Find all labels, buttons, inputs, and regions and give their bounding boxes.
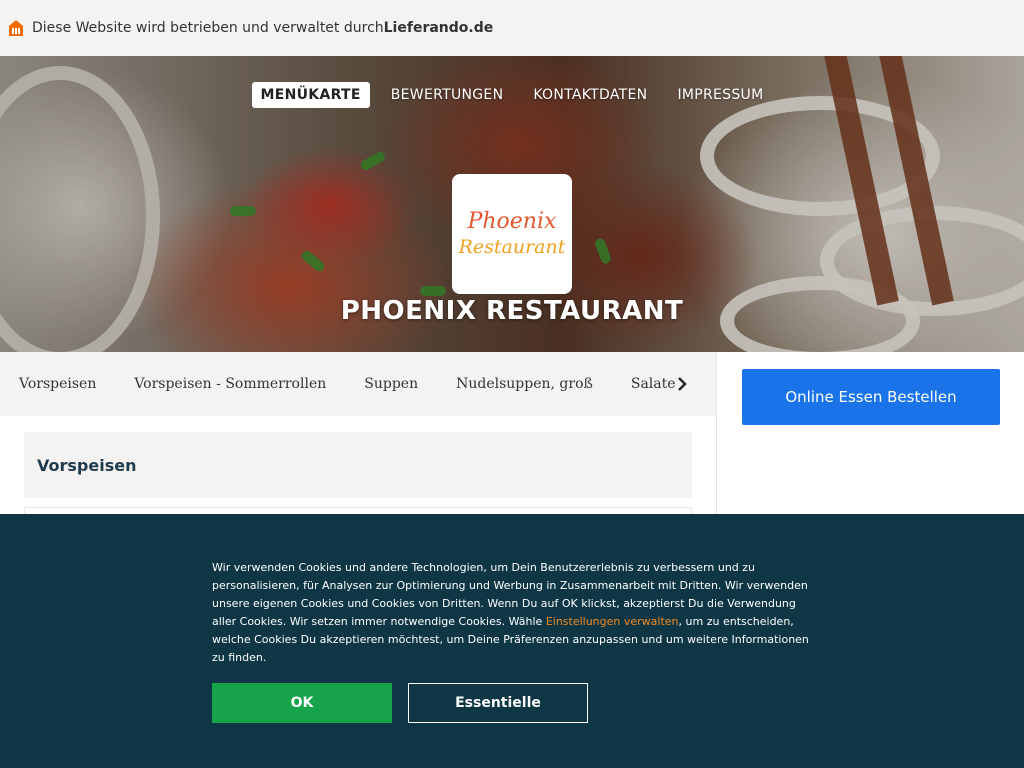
- nav-bewertungen[interactable]: BEWERTUNGEN: [382, 82, 513, 108]
- operator-notice-text: Diese Website wird betrieben und verwalt…: [32, 20, 384, 36]
- category-suppen[interactable]: Suppen: [364, 376, 418, 392]
- operator-brand-link[interactable]: Lieferando.de: [384, 20, 494, 36]
- logo-line-1: Phoenix: [467, 209, 557, 234]
- restaurant-name: PHOENIX RESTAURANT: [340, 296, 684, 326]
- house-icon: [9, 20, 23, 36]
- category-nudelsuppen[interactable]: Nudelsuppen, groß: [456, 376, 593, 392]
- essential-cookies-button[interactable]: Essentielle: [408, 683, 588, 723]
- order-sidebar: Online Essen Bestellen: [716, 352, 1024, 522]
- chevron-right-icon[interactable]: [672, 374, 692, 394]
- cookie-text: Wir verwenden Cookies und andere Technol…: [212, 559, 817, 667]
- restaurant-logo: Phoenix Restaurant: [452, 174, 572, 294]
- order-online-button[interactable]: Online Essen Bestellen: [742, 369, 1000, 425]
- category-salate[interactable]: Salate: [631, 376, 676, 392]
- category-nav: Vorspeisen Vorspeisen - Sommerrollen Sup…: [0, 352, 716, 416]
- manage-settings-link[interactable]: Einstellungen verwalten: [546, 615, 679, 628]
- menu-section-header: Vorspeisen: [24, 432, 692, 498]
- nav-menukarte[interactable]: MENÜKARTE: [251, 82, 370, 108]
- hero-banner: MENÜKARTE BEWERTUNGEN KONTAKTDATEN IMPRE…: [0, 56, 1024, 352]
- cookie-consent-banner: Wir verwenden Cookies und andere Technol…: [0, 514, 1024, 768]
- logo-line-2: Restaurant: [458, 236, 566, 258]
- operator-notice-bar: Diese Website wird betrieben und verwalt…: [0, 0, 1024, 56]
- nav-impressum[interactable]: IMPRESSUM: [668, 82, 772, 108]
- category-vorspeisen[interactable]: Vorspeisen: [19, 376, 96, 392]
- section-title: Vorspeisen: [37, 455, 137, 475]
- accept-cookies-button[interactable]: OK: [212, 683, 392, 723]
- main-navigation: MENÜKARTE BEWERTUNGEN KONTAKTDATEN IMPRE…: [0, 82, 1024, 108]
- nav-kontaktdaten[interactable]: KONTAKTDATEN: [524, 82, 656, 108]
- category-vorspeisen-sommerrollen[interactable]: Vorspeisen - Sommerrollen: [134, 376, 326, 392]
